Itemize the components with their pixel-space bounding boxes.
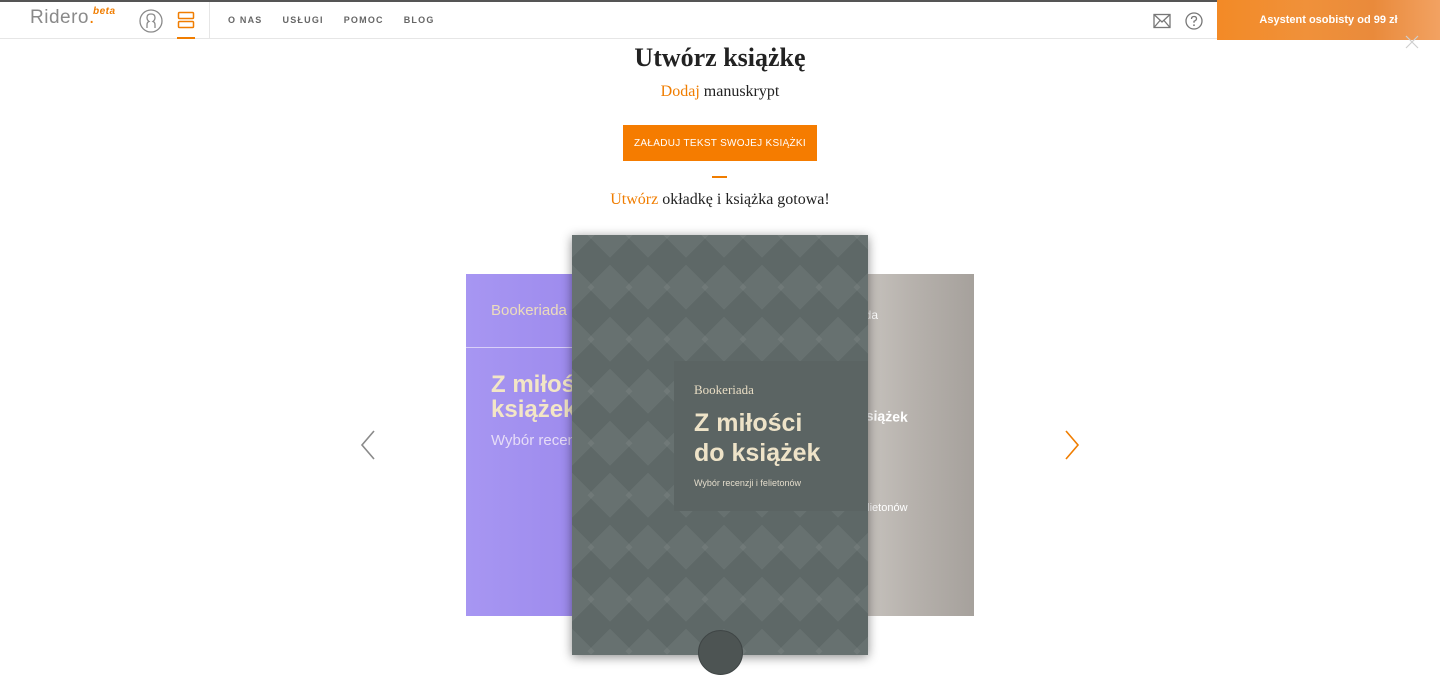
select-cover-button[interactable] [698, 630, 743, 675]
step1-accent: Dodaj [660, 83, 700, 100]
main-nav: O NAS USŁUGI POMOC BLOG [228, 15, 435, 25]
nav-o-nas[interactable]: O NAS [228, 15, 263, 25]
header-divider [209, 2, 210, 39]
ridero-logo[interactable]: Ridero. beta [30, 6, 115, 29]
cover-title-line2: do książek [694, 439, 821, 467]
upload-book-text-button[interactable]: ZAŁADUJ TEKST SWOJEJ KSIĄŻKI [623, 125, 817, 161]
personal-assistant-promo[interactable]: Asystent osobisty od 99 zł [1217, 0, 1440, 40]
cover-subtitle: Wybór recenzji i felietonów [694, 478, 801, 488]
logo-text: Ridero [30, 7, 89, 28]
cover-template-selected[interactable]: Bookeriada Z miłości do książek Wybór re… [572, 235, 868, 655]
step2-accent: Utwórz [610, 191, 659, 208]
step2-text: okładkę i książka gotowa! [662, 191, 830, 208]
cover-subtitle: Wybór recen [491, 432, 576, 449]
divider-dash [712, 176, 727, 178]
nav-uslugi[interactable]: USŁUGI [283, 15, 324, 25]
promo-label: Asystent osobisty od 99 zł [1259, 14, 1398, 26]
step1-text: manuskrypt [703, 83, 780, 100]
beta-badge: beta [93, 6, 116, 17]
cover-author: Bookeriada [491, 302, 567, 319]
page-title: Utwórz książkę [634, 43, 806, 72]
nav-pomoc[interactable]: POMOC [344, 15, 384, 25]
cover-title-line1: Z miłości [694, 409, 803, 437]
step-create-cover: Utwórz okładkę i książka gotowa! [0, 191, 1440, 209]
menu-active-indicator [177, 37, 195, 39]
chevron-left-icon[interactable] [360, 430, 376, 460]
mail-icon[interactable] [1153, 13, 1171, 29]
cover-author: Bookeriada [694, 382, 754, 397]
cover-title: Z miłości do książek [694, 408, 864, 468]
user-icon[interactable] [139, 9, 163, 33]
step-add-manuscript: Dodaj manuskrypt [0, 83, 1440, 101]
help-icon[interactable] [1185, 12, 1203, 30]
menu-icon[interactable] [177, 11, 195, 29]
chevron-right-icon[interactable] [1064, 430, 1080, 460]
nav-blog[interactable]: BLOG [404, 15, 435, 25]
top-header: Ridero. beta O NAS USŁUGI POMOC BLOG Asy… [0, 0, 1440, 40]
